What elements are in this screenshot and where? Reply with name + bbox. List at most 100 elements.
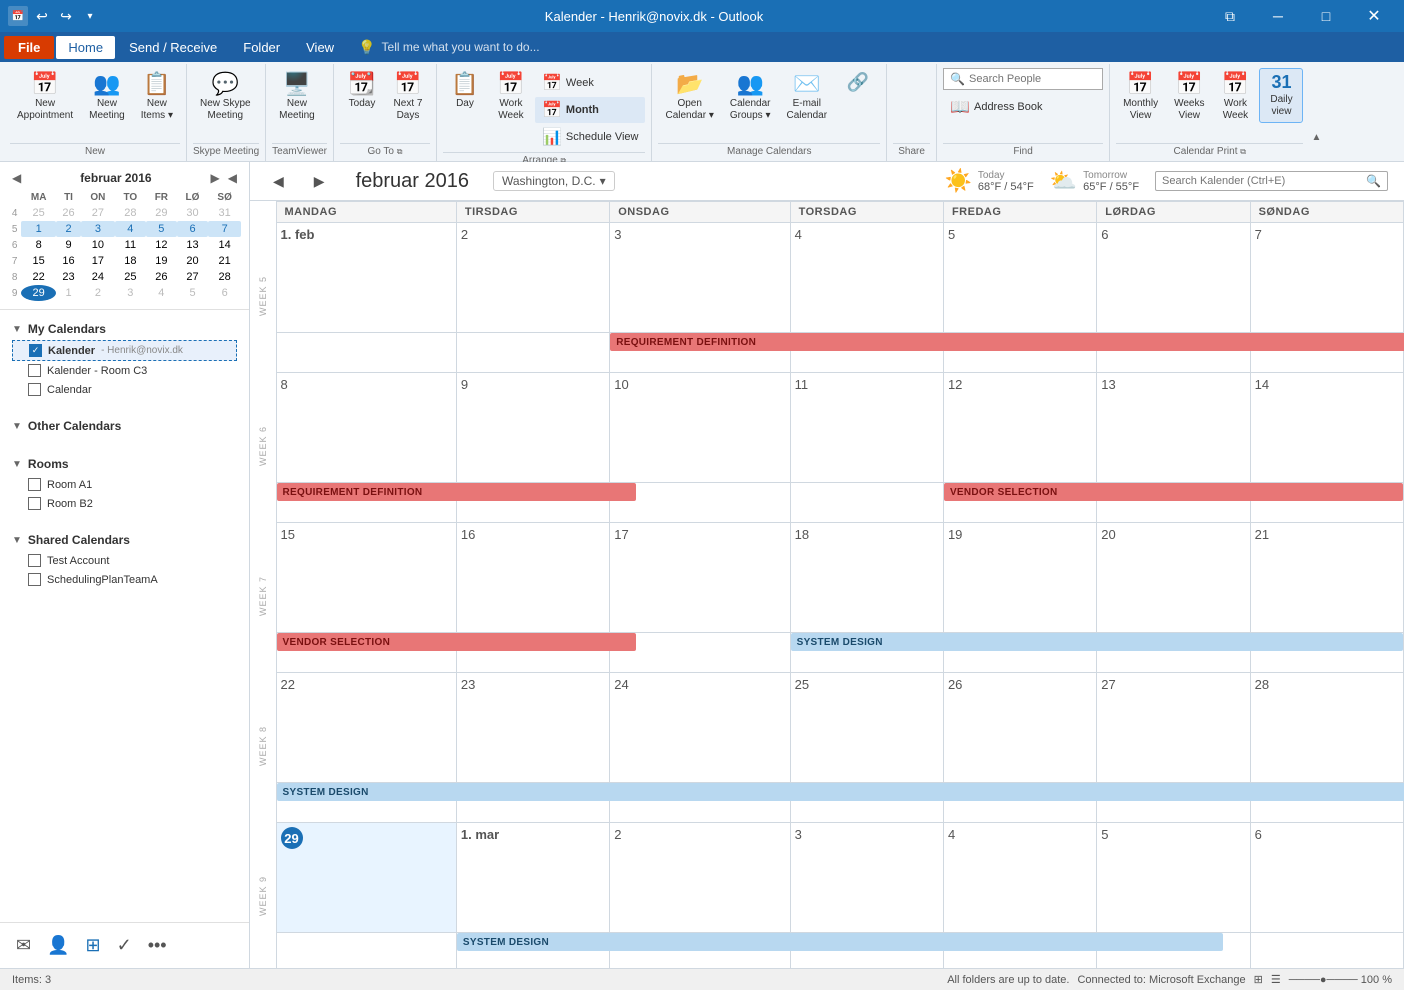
day-cell[interactable]: 16 (456, 523, 609, 633)
mini-cal-day[interactable]: 25 (21, 205, 56, 221)
tell-me-input[interactable]: 💡 Tell me what you want to do... (358, 39, 540, 56)
mini-cal-day[interactable]: 20 (177, 253, 209, 269)
day-cell[interactable]: 4 (943, 823, 1096, 933)
mini-cal-day[interactable]: 6 (208, 285, 241, 301)
view-menu[interactable]: View (294, 36, 346, 59)
day-cell[interactable]: 5 (943, 223, 1096, 333)
my-calendars-header[interactable]: ▼ My Calendars (12, 318, 237, 340)
restore-button[interactable]: ⧉ (1208, 2, 1252, 30)
mini-cal-day[interactable]: 15 (21, 253, 56, 269)
mini-cal-day[interactable]: 23 (56, 269, 81, 285)
cal-next-button[interactable]: ▶ (307, 170, 332, 193)
mini-cal-day[interactable]: 16 (56, 253, 81, 269)
work-week-print-button[interactable]: 📅 WorkWeek (1213, 68, 1257, 127)
day-cell[interactable]: 12 (943, 373, 1096, 483)
day-cell[interactable]: 2 (610, 823, 790, 933)
mini-cal-day[interactable]: 27 (177, 269, 209, 285)
day-cell[interactable]: 23 (456, 673, 609, 783)
mini-cal-day[interactable]: 29 (21, 285, 56, 301)
day-cell[interactable]: 6 (1097, 223, 1250, 333)
mini-cal-day[interactable]: 1 (56, 285, 81, 301)
day-cell[interactable]: 15 (276, 523, 456, 633)
mini-cal-day[interactable]: 9 (56, 237, 81, 253)
day-cell[interactable]: 22 (276, 673, 456, 783)
mini-cal-day[interactable]: 2 (81, 285, 115, 301)
mini-cal-day[interactable]: 4 (115, 221, 146, 237)
mini-cal-day[interactable]: 12 (146, 237, 177, 253)
mini-cal-day[interactable]: 26 (146, 269, 177, 285)
mini-cal-prev[interactable]: ◀ (8, 170, 25, 186)
mini-cal-day[interactable]: 4 (146, 285, 177, 301)
new-items-button[interactable]: 📋 NewItems ▾ (134, 68, 180, 127)
work-week-button[interactable]: 📅 WorkWeek (489, 68, 533, 127)
day-cell[interactable]: 24 (610, 673, 790, 783)
mini-cal-day[interactable]: 27 (81, 205, 115, 221)
day-cell[interactable]: 19 (943, 523, 1096, 633)
day-cell[interactable]: 29 (276, 823, 456, 933)
cal-location[interactable]: Washington, D.C. ▾ (493, 171, 615, 191)
search-people-box[interactable]: 🔍 (943, 68, 1103, 90)
nav-people-icon[interactable]: 👤 (43, 931, 73, 960)
mini-cal-day[interactable]: 7 (208, 221, 241, 237)
cal-prev-button[interactable]: ◀ (266, 170, 291, 193)
mini-cal-day[interactable]: 14 (208, 237, 241, 253)
day-cell[interactable]: 13 (1097, 373, 1250, 483)
send-receive-menu[interactable]: Send / Receive (117, 36, 229, 59)
address-book-button[interactable]: 📖 Address Book (943, 94, 1049, 120)
mini-cal-week-row[interactable]: 929123456 (8, 285, 241, 301)
day-cell[interactable]: 26 (943, 673, 1096, 783)
event-bar[interactable]: REQUIREMENT DEFINITION (277, 483, 637, 501)
cal-item-kalender-henrik[interactable]: ✓ Kalender - Henrik@novix.dk (12, 340, 237, 361)
day-cell[interactable]: 8 (276, 373, 456, 483)
maximize-button[interactable]: □ (1304, 2, 1348, 30)
next7-button[interactable]: 📅 Next 7Days (386, 68, 430, 127)
mini-cal-week-row[interactable]: 822232425262728 (8, 269, 241, 285)
day-cell[interactable]: 21 (1250, 523, 1403, 633)
mini-cal-day[interactable]: 22 (21, 269, 56, 285)
day-cell[interactable]: 3 (610, 223, 790, 333)
day-cell[interactable]: 1. feb (276, 223, 456, 333)
day-cell[interactable]: 27 (1097, 673, 1250, 783)
mini-cal-week-row[interactable]: 6891011121314 (8, 237, 241, 253)
mini-cal-day[interactable]: 3 (81, 221, 115, 237)
day-cell[interactable]: 25 (790, 673, 943, 783)
monthly-view-button[interactable]: 📅 MonthlyView (1116, 68, 1165, 127)
day-button[interactable]: 📋 Day (443, 68, 487, 115)
mini-cal-day[interactable]: 25 (115, 269, 146, 285)
cal-item-scheduling-plan[interactable]: SchedulingPlanTeamA (12, 570, 237, 589)
rooms-header[interactable]: ▼ Rooms (12, 453, 237, 475)
day-cell[interactable]: 10 (610, 373, 790, 483)
day-cell[interactable]: 9 (456, 373, 609, 483)
mini-cal-day[interactable]: 28 (115, 205, 146, 221)
mini-cal-day[interactable]: 8 (21, 237, 56, 253)
schedule-view-button[interactable]: 📊 Schedule View (535, 124, 646, 150)
mini-cal-day[interactable]: 5 (146, 221, 177, 237)
month-button[interactable]: 📅 Month (535, 97, 646, 123)
mini-cal-day[interactable]: 30 (177, 205, 209, 221)
mini-cal-day[interactable]: 6 (177, 221, 209, 237)
day-cell[interactable]: 17 (610, 523, 790, 633)
day-cell[interactable]: 3 (790, 823, 943, 933)
mini-cal-next[interactable]: ▶ (207, 170, 224, 186)
mini-cal-day[interactable]: 1 (21, 221, 56, 237)
daily-view-button[interactable]: 31 Dailyview (1259, 68, 1303, 123)
other-cals-header[interactable]: ▼ Other Calendars (12, 415, 237, 437)
nav-tasks-icon[interactable]: ✓ (113, 931, 136, 960)
mini-cal-day[interactable]: 19 (146, 253, 177, 269)
mini-cal-day[interactable]: 5 (177, 285, 209, 301)
day-cell[interactable]: 5 (1097, 823, 1250, 933)
event-bar[interactable]: SYSTEM DESIGN (457, 933, 1223, 951)
minimize-button[interactable]: ─ (1256, 2, 1300, 30)
customize-icon[interactable]: ▾ (80, 6, 100, 26)
ribbon-expander[interactable]: ▲ (1309, 132, 1323, 143)
new-skype-meeting-button[interactable]: 💬 New SkypeMeeting (193, 68, 258, 127)
nav-mail-icon[interactable]: ✉ (12, 931, 35, 960)
mini-cal-collapse[interactable]: ◀ (224, 170, 241, 186)
event-bar[interactable]: REQUIREMENT DEFINITION (610, 333, 1404, 351)
today-button[interactable]: 📆 Today (340, 68, 384, 115)
day-cell[interactable]: 4 (790, 223, 943, 333)
day-cell[interactable]: 1. mar (456, 823, 609, 933)
day-cell[interactable]: 28 (1250, 673, 1403, 783)
mini-cal-day[interactable]: 28 (208, 269, 241, 285)
file-menu[interactable]: File (4, 36, 54, 59)
